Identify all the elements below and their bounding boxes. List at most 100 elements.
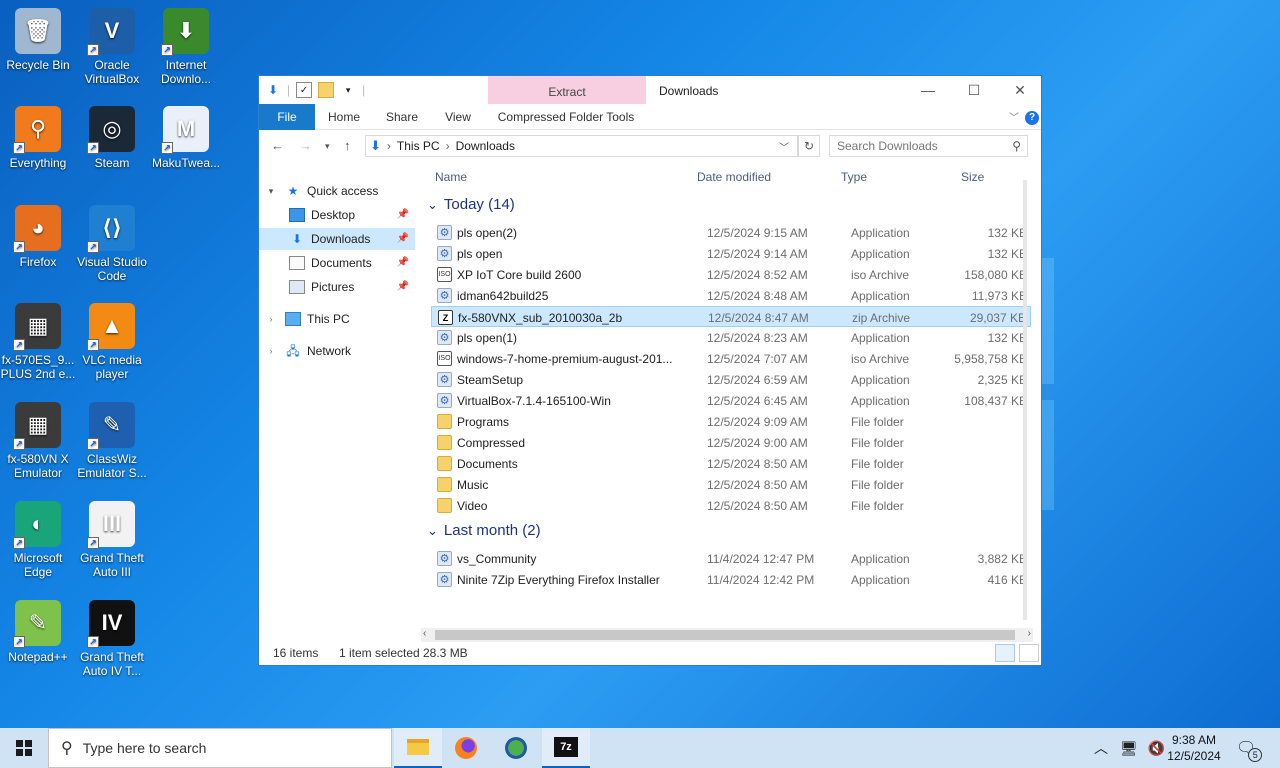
nav-documents[interactable]: Documents 📌 xyxy=(259,252,415,274)
search-input[interactable]: Search Downloads ⚲ xyxy=(829,135,1028,157)
file-row[interactable]: Compressed 12/5/2024 9:00 AM File folder xyxy=(431,432,1031,453)
column-header-type[interactable]: Type xyxy=(841,170,867,184)
file-row[interactable]: ⚙ VirtualBox-7.1.4-165100-Win 12/5/2024 6:… xyxy=(431,390,1031,411)
expand-ribbon-icon[interactable]: ﹀ xyxy=(1009,109,1019,124)
column-header-name[interactable]: Name xyxy=(435,170,467,184)
taskbar-firefox[interactable] xyxy=(442,728,490,768)
desktop-icon[interactable]: ⟨⟩ ↗ Visual Studio Code xyxy=(74,205,150,283)
action-center-button[interactable]: 🗨 5 xyxy=(1236,728,1263,768)
desktop-icon[interactable]: ▦ ↗ fx-570ES_9... PLUS 2nd e... xyxy=(0,303,76,381)
back-arrow-icon[interactable]: ← xyxy=(271,138,284,153)
pin-icon: 📌 xyxy=(396,233,409,244)
nav-this-pc[interactable]: › This PC xyxy=(263,308,413,330)
nav-network[interactable]: › 🖧 Network xyxy=(263,340,413,362)
scroll-right-icon[interactable]: › xyxy=(1028,628,1031,639)
column-header-size[interactable]: Size xyxy=(961,170,984,184)
nav-downloads[interactable]: ⬇ Downloads 📌 xyxy=(259,228,415,250)
desktop-icon[interactable]: ⚲ ↗ Everything xyxy=(0,106,76,170)
show-hidden-icons-chevron-icon[interactable]: ︿ xyxy=(1094,738,1108,758)
tab-home[interactable]: Home xyxy=(321,104,367,130)
horizontal-scrollbar[interactable]: ‹ › xyxy=(421,628,1033,642)
collapse-chevron-icon[interactable]: ▾ xyxy=(263,184,279,198)
refresh-button[interactable]: ↻ xyxy=(798,135,820,157)
desktop-icon[interactable]: ◐ ↗ Microsoft Edge xyxy=(0,501,76,579)
expand-chevron-icon[interactable]: › xyxy=(263,344,279,358)
taskbar-internet-download-manager[interactable] xyxy=(492,728,540,768)
desktop-icon[interactable]: M ↗ MakuTwea... xyxy=(148,106,224,170)
desktop-icon[interactable]: ⬇ ↗ Internet Downlo... xyxy=(148,8,224,86)
desktop-icon[interactable]: ▦ ↗ fx-580VN X Emulator xyxy=(0,402,76,480)
file-row[interactable]: ⚙ pls open 12/5/2024 9:14 AM Application 132… xyxy=(431,243,1031,264)
file-row[interactable]: ⚙ SteamSetup 12/5/2024 6:59 AM Application 2… xyxy=(431,369,1031,390)
forward-arrow-icon[interactable]: → xyxy=(299,138,312,153)
taskbar-clock[interactable]: 9:38 AM 12/5/2024 xyxy=(1164,732,1224,764)
desktop-icon[interactable]: IV ↗ Grand Theft Auto IV T... xyxy=(74,600,150,678)
desktop-icon[interactable]: ✎ ↗ ClassWiz Emulator S... xyxy=(74,402,150,480)
desktop-icon[interactable]: III ↗ Grand Theft Auto III xyxy=(74,501,150,579)
desktop-icon[interactable]: V ↗ Oracle VirtualBox xyxy=(74,8,150,86)
group-label: Today (14) xyxy=(443,196,515,213)
minimize-button[interactable]: — xyxy=(905,76,951,104)
desktop-icon[interactable]: ✎ ↗ Notepad++ xyxy=(0,600,76,664)
file-row[interactable]: Music 12/5/2024 8:50 AM File folder xyxy=(431,474,1031,495)
breadcrumb-downloads[interactable]: Downloads xyxy=(456,139,515,153)
file-row[interactable]: Documents 12/5/2024 8:50 AM File folder xyxy=(431,453,1031,474)
contextual-tab-extract[interactable]: Extract xyxy=(488,76,646,104)
desktop-icon[interactable]: ◎ ↗ Steam xyxy=(74,106,150,170)
vertical-scrollbar[interactable] xyxy=(1023,180,1027,620)
details-view-button[interactable] xyxy=(995,644,1015,662)
file-row[interactable]: ⚙ vs_Community 11/4/2024 12:47 PM Applicati… xyxy=(431,548,1031,569)
file-row[interactable]: Zfx-580VNX_sub_2010030a_2b 12/5/2024 8:47… xyxy=(431,306,1031,327)
properties-icon[interactable]: ✓ xyxy=(296,82,313,98)
taskbar-7zip[interactable]: 7z xyxy=(542,728,590,768)
up-arrow-icon[interactable]: ↑ xyxy=(344,138,351,153)
breadcrumb-this-pc[interactable]: This PC xyxy=(397,139,440,153)
maximize-button[interactable]: ☐ xyxy=(951,76,997,104)
taskbar-file-explorer[interactable] xyxy=(394,728,442,768)
tab-file[interactable]: File xyxy=(259,104,315,130)
scrollbar-thumb[interactable] xyxy=(435,630,1015,640)
nav-desktop[interactable]: Desktop 📌 xyxy=(259,204,415,226)
desktop-icon[interactable]: 🗑 Recycle Bin xyxy=(0,8,76,72)
column-header-date[interactable]: Date modified xyxy=(697,170,771,184)
desktop-icon[interactable]: ▲ ↗ VLC media player xyxy=(74,303,150,381)
file-row[interactable]: Programs 12/5/2024 9:09 AM File folder xyxy=(431,411,1031,432)
tab-view[interactable]: View xyxy=(435,104,481,130)
file-row[interactable]: ⚙ idman642build25 12/5/2024 8:48 AM Applica… xyxy=(431,285,1031,306)
customize-toolbar-chevron-icon[interactable]: ▾ xyxy=(340,82,356,98)
taskbar-search-box[interactable]: ⚲ Type here to search xyxy=(48,728,392,768)
file-explorer-window[interactable]: ⬇ | ✓ ▾ | Extract Downloads — ☐ ✕ File H… xyxy=(258,75,1042,666)
scroll-left-icon[interactable]: ‹ xyxy=(423,628,426,639)
group-collapse-chevron-icon[interactable]: ⌄ xyxy=(427,197,438,213)
new-folder-icon[interactable] xyxy=(318,82,335,98)
desktop-icon-label: Firefox xyxy=(19,255,57,269)
nav-pictures[interactable]: Pictures 📌 xyxy=(259,276,415,298)
address-dropdown-icon[interactable]: ﹀ xyxy=(779,139,789,154)
group-header[interactable]: ⌄ Last month (2) xyxy=(427,522,541,539)
file-row[interactable]: ⚙ pls open(1) 12/5/2024 8:23 AM Application… xyxy=(431,327,1031,348)
start-button[interactable] xyxy=(0,728,48,768)
file-row[interactable]: ⚙ Ninite 7Zip Everything Firefox Installe… xyxy=(431,569,1031,590)
windows-logo-icon xyxy=(16,740,32,756)
tab-share[interactable]: Share xyxy=(379,104,425,130)
close-button[interactable]: ✕ xyxy=(997,76,1043,104)
group-collapse-chevron-icon[interactable]: ⌄ xyxy=(427,523,438,539)
title-bar[interactable]: ⬇ | ✓ ▾ | Extract Downloads — ☐ ✕ xyxy=(259,76,1041,104)
iso-file-icon: ISO xyxy=(437,351,452,366)
nav-quick-access[interactable]: ▾ ★ Quick access xyxy=(263,180,413,202)
group-header[interactable]: ⌄ Today (14) xyxy=(427,196,515,213)
address-bar[interactable]: ⬇ › This PC › Downloads ﹀ xyxy=(365,135,798,157)
network-status-icon[interactable]: 🖥 xyxy=(1120,740,1138,757)
recent-locations-chevron-icon[interactable]: ▾ xyxy=(325,141,330,152)
download-arrow-icon[interactable]: ⬇ xyxy=(265,82,281,98)
file-row[interactable]: ISO windows-7-home-premium-august-201... 1… xyxy=(431,348,1031,369)
help-icon[interactable]: ? xyxy=(1025,111,1039,125)
tab-compressed-folder-tools[interactable]: Compressed Folder Tools xyxy=(495,104,637,130)
file-row[interactable]: Video 12/5/2024 8:50 AM File folder xyxy=(431,495,1031,516)
desktop-icon[interactable]: ◕ ↗ Firefox xyxy=(0,205,76,269)
file-row[interactable]: ⚙ pls open(2) 12/5/2024 9:15 AM Application… xyxy=(431,222,1031,243)
large-icons-view-button[interactable] xyxy=(1019,644,1039,662)
volume-muted-icon[interactable]: 🔇 xyxy=(1148,740,1165,757)
file-row[interactable]: ISO XP IoT Core build 2600 12/5/2024 8:52 … xyxy=(431,264,1031,285)
expand-chevron-icon[interactable]: › xyxy=(263,312,279,326)
